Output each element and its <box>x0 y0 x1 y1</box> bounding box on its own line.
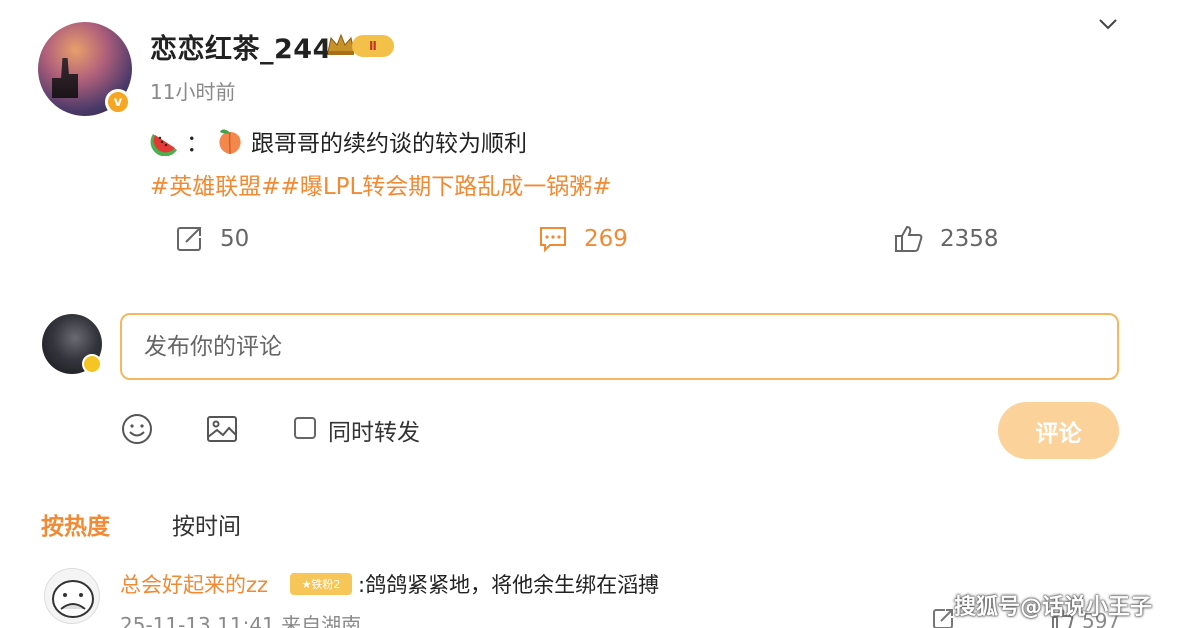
watermelon-icon <box>150 134 177 156</box>
commenter-avatar[interactable] <box>44 568 100 624</box>
comment-text: :鸽鸽紧紧地，将他余生绑在滔搏 <box>358 573 660 597</box>
post-content: ： 跟哥哥的续约谈的较为顺利 <box>150 124 527 158</box>
hashtag-links[interactable]: #英雄联盟##曝LPL转会期下路乱成一锅粥# <box>150 167 612 201</box>
comment-input[interactable] <box>120 313 1119 380</box>
post-time: 11小时前 <box>150 80 236 104</box>
tab-sort-by-time[interactable]: 按时间 <box>172 507 241 541</box>
member-badge-icon <box>82 354 102 374</box>
level-badge: Ⅱ <box>352 35 394 57</box>
author-username[interactable]: 恋恋红茶_244 <box>150 27 332 66</box>
comment-count: 269 <box>584 226 628 252</box>
emoji-picker-icon[interactable] <box>120 412 154 446</box>
chevron-down-icon[interactable] <box>1096 14 1120 34</box>
like-button[interactable]: 2358 <box>892 222 999 256</box>
verified-icon: v <box>105 89 131 115</box>
content-text: 跟哥哥的续约谈的较为顺利 <box>251 131 527 157</box>
comment-button[interactable]: 269 <box>536 222 628 256</box>
image-upload-icon[interactable] <box>205 412 239 446</box>
repost-button[interactable]: 50 <box>172 222 249 256</box>
content-separator: ： <box>186 131 209 157</box>
watermark: 搜狐号@话说小王子 <box>954 595 1153 620</box>
repost-icon <box>177 227 201 251</box>
repost-count: 50 <box>220 226 250 252</box>
tab-sort-by-hot[interactable]: 按热度 <box>41 507 110 541</box>
also-repost-label[interactable]: 同时转发 <box>328 413 420 447</box>
thumbs-up-icon <box>895 225 923 252</box>
cartoon-face-icon <box>52 580 94 618</box>
also-repost-checkbox[interactable] <box>294 417 316 439</box>
comment-repost-icon[interactable] <box>930 606 956 628</box>
fan-badge: ★铁粉2 <box>290 573 352 595</box>
comment-meta: 25-11-13 11:41 来自湖南 <box>120 613 362 628</box>
commenter-username[interactable]: 总会好起来的zz <box>120 569 268 599</box>
comment-icon <box>540 227 566 253</box>
peach-icon <box>219 129 241 155</box>
submit-comment-button[interactable]: 评论 <box>998 402 1119 459</box>
like-count: 2358 <box>940 226 999 252</box>
